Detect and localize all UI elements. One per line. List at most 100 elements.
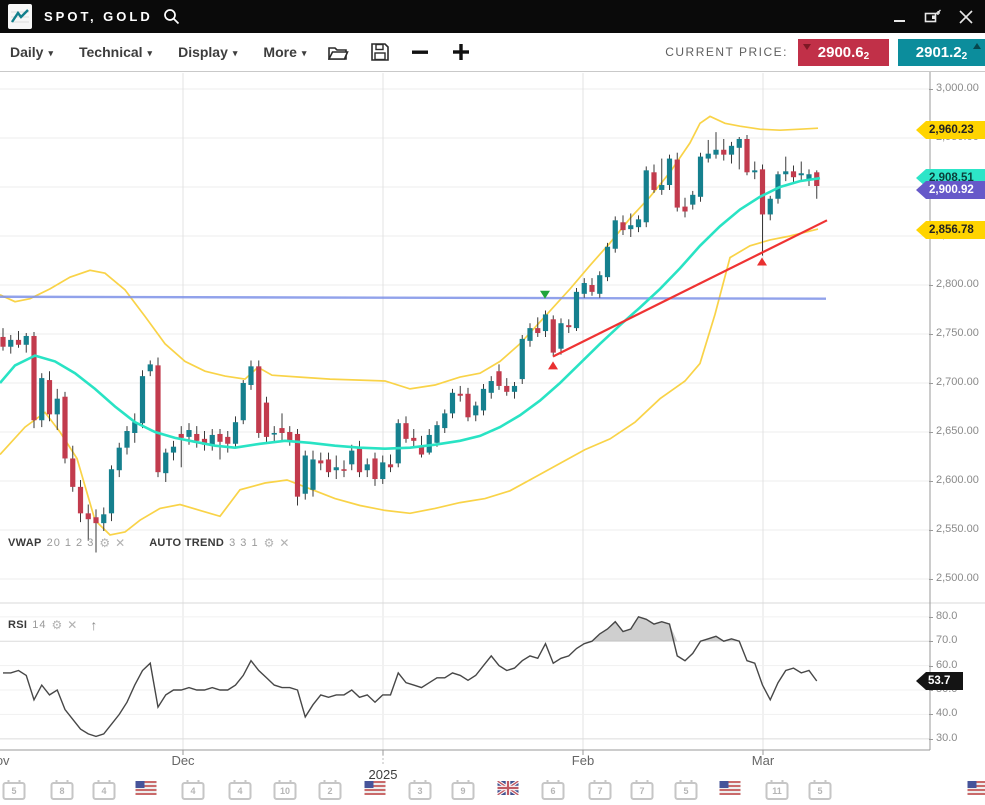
chevron-down-icon: ▾ [233, 48, 238, 59]
rsi-axis-tick [929, 641, 933, 642]
ask-price-pip: 2 [962, 51, 968, 62]
price-axis-label: 3,000.00 [936, 82, 979, 94]
us-flag-icon [365, 781, 386, 795]
vwap-bands [0, 116, 818, 535]
month-label: Mar [752, 753, 774, 768]
rsi-line [3, 617, 817, 737]
price-axis-label: 2,500.00 [936, 572, 979, 584]
price-axis-label: 2,750.00 [936, 327, 979, 339]
price-axis-tick [929, 432, 933, 433]
rsi-axis-label: 60.0 [936, 659, 957, 671]
vwap-remove-icon[interactable]: ✕ [115, 537, 125, 549]
minimize-icon[interactable] [891, 8, 909, 26]
chart-window: SPOT, GOLD [0, 0, 985, 805]
vwap-indicator-label: VWAP [8, 537, 42, 549]
price-axis-tick [929, 481, 933, 482]
plot-area [0, 116, 827, 736]
zoom-out-icon[interactable] [411, 43, 429, 61]
chevron-down-icon: ▾ [302, 48, 307, 59]
price-axis-tick [929, 383, 933, 384]
rsi-settings-gear-icon[interactable]: ⚙ [52, 619, 63, 631]
open-folder-icon[interactable] [328, 44, 349, 61]
symbol-title: SPOT, GOLD [44, 9, 153, 24]
menu-more-label: More [263, 44, 296, 60]
rsi-remove-icon[interactable]: ✕ [67, 619, 77, 631]
rsi-move-up-icon[interactable]: ↑ [90, 618, 97, 632]
current-price-label: CURRENT PRICE: [665, 45, 788, 59]
price-tag: 2,856.78 [916, 221, 985, 239]
price-axis-tick [929, 285, 933, 286]
bid-price-box[interactable]: 2900.62 [798, 39, 889, 66]
calendar-event-icon: 4 [229, 782, 252, 800]
month-label: Dec [171, 753, 194, 768]
price-down-arrow-icon [803, 44, 811, 50]
toolbar: Daily ▾ Technical ▾ Display ▾ More ▾ [0, 33, 985, 72]
price-axis-tick [929, 334, 933, 335]
rsi-indicator-row: RSI 14 ⚙ ✕ ↑ [8, 618, 97, 632]
calendar-event-icon: 5 [809, 782, 832, 800]
rsi-axis-tick [929, 690, 933, 691]
ask-price: 2901.2 [916, 44, 962, 61]
vwap-line [0, 178, 820, 449]
zoom-in-icon[interactable] [451, 42, 471, 62]
us-flag-icon [136, 781, 157, 795]
trend-markers [540, 257, 767, 369]
search-icon[interactable] [163, 8, 180, 25]
bid-price-pip: 2 [864, 51, 870, 62]
vwap-indicator-row: VWAP 20 1 2 3 ⚙ ✕ AUTO TREND 3 3 1 ⚙ ✕ [8, 537, 289, 549]
menu-technical-label: Technical [79, 44, 143, 60]
calendar-event-icon: 4 [182, 782, 205, 800]
price-chart-canvas[interactable] [0, 0, 985, 805]
rsi-axis-tick [929, 714, 933, 715]
autotrend-indicator-params: 3 3 1 [229, 537, 258, 549]
autotrend-indicator-label: AUTO TREND [149, 537, 224, 549]
vwap-settings-gear-icon[interactable]: ⚙ [99, 537, 110, 549]
auto-trend-line [553, 220, 827, 356]
save-icon[interactable] [371, 43, 389, 61]
menu-more[interactable]: More ▾ [263, 44, 306, 60]
rsi-axis-tick [929, 739, 933, 740]
menu-daily[interactable]: Daily ▾ [10, 44, 53, 60]
uk-flag-icon [498, 781, 519, 795]
rsi-axis-label: 30.0 [936, 732, 957, 744]
us-flag-icon [968, 781, 985, 795]
price-axis-label: 2,550.00 [936, 523, 979, 535]
price-tag: 2,900.92 [916, 181, 985, 199]
month-label: Nov [0, 753, 10, 768]
year-label: 2025 [369, 767, 398, 782]
menu-display[interactable]: Display ▾ [178, 44, 237, 60]
price-axis-label: 2,650.00 [936, 425, 979, 437]
menu-technical[interactable]: Technical ▾ [79, 44, 152, 60]
rsi-axis-tick [929, 617, 933, 618]
autotrend-settings-gear-icon[interactable]: ⚙ [264, 537, 275, 549]
gridlines [0, 73, 930, 766]
rsi-indicator-params: 14 [32, 619, 46, 631]
vwap-indicator-params: 20 1 2 3 [47, 537, 95, 549]
rsi-pane [3, 617, 817, 737]
ask-price-box[interactable]: 2901.22 [898, 39, 985, 66]
rsi-indicator-label: RSI [8, 619, 27, 631]
calendar-event-icon: 5 [675, 782, 698, 800]
calendar-event-icon: 9 [452, 782, 475, 800]
calendar-event-icon: 3 [409, 782, 432, 800]
price-tag: 53.7 [916, 672, 963, 690]
price-axis-label: 2,800.00 [936, 278, 979, 290]
popout-window-icon[interactable] [924, 8, 942, 26]
menu-daily-label: Daily [10, 44, 43, 60]
chevron-down-icon: ▾ [148, 48, 153, 59]
app-logo-icon [8, 4, 32, 29]
axis-lines [0, 72, 985, 755]
calendar-event-icon: 7 [589, 782, 612, 800]
price-axis-tick [929, 89, 933, 90]
price-axis-label: 2,700.00 [936, 376, 979, 388]
calendar-event-icon: 6 [542, 782, 565, 800]
menu-display-label: Display [178, 44, 228, 60]
rsi-axis-label: 80.0 [936, 610, 957, 622]
candlestick-series [0, 132, 819, 552]
calendar-event-icon: 10 [274, 782, 297, 800]
price-axis-label: 2,600.00 [936, 474, 979, 486]
calendar-event-icon: 7 [631, 782, 654, 800]
close-icon[interactable] [957, 8, 975, 26]
autotrend-remove-icon[interactable]: ✕ [279, 537, 289, 549]
rsi-axis-label: 40.0 [936, 707, 957, 719]
